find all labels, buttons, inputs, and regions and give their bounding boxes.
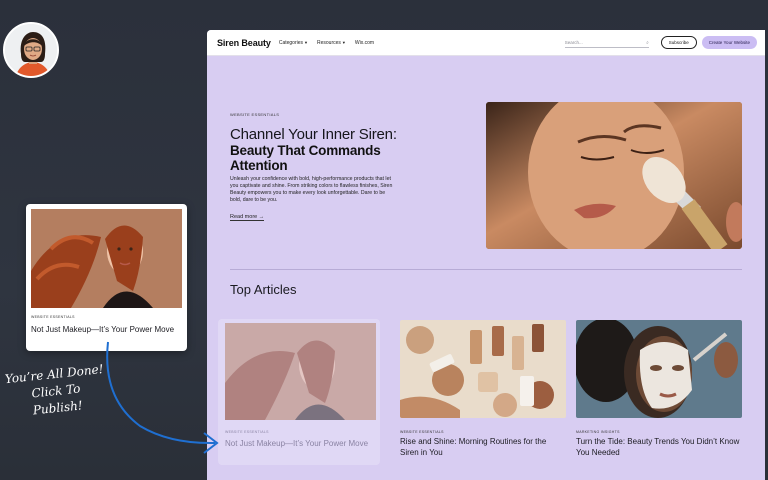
create-website-button[interactable]: Create Your Website [701, 36, 757, 49]
article-title[interactable]: Rise and Shine: Morning Routines for the… [400, 437, 566, 458]
hero-description: Unleash your confidence with bold, high-… [230, 176, 393, 203]
site-header: Siren Beauty Categories ▼ Resources ▼ Wi… [207, 30, 765, 56]
nav-categories-label: Categories [278, 39, 304, 46]
dragged-article-image [31, 209, 182, 308]
publish-annotation: You’re All Done! Click To Publish! [4, 361, 109, 422]
chevron-down-icon: ▼ [341, 40, 346, 45]
curved-arrow-icon [106, 341, 219, 454]
dragged-article-card[interactable]: WEBSITE ESSENTIALS Not Just Makeup—It’s … [26, 204, 187, 351]
top-articles-heading: Top Articles [230, 282, 297, 297]
article-title[interactable]: Turn the Tide: Beauty Trends You Didn’t … [576, 437, 742, 458]
article-image-cosmetics [400, 320, 566, 418]
ghost-article-title: Not Just Makeup—It’s Your Power Move [225, 439, 369, 448]
article-card[interactable]: MARKETING INSIGHTS Turn the Tide: Beauty… [576, 320, 742, 458]
hero-image [486, 102, 742, 249]
chevron-down-icon: ▼ [304, 40, 308, 45]
ghost-article-image [225, 323, 376, 420]
hero-title-line2: Beauty That Commands Attention [230, 143, 381, 173]
avatar [3, 22, 59, 78]
read-more-link[interactable]: Read more → [230, 214, 265, 221]
article-eyebrow: MARKETING INSIGHTS [576, 430, 620, 434]
search-icon: ⌕ [646, 39, 649, 45]
nav-resources[interactable]: Resources ▼ [317, 40, 346, 46]
article-card[interactable]: WEBSITE ESSENTIALS Rise and Shine: Morni… [400, 320, 566, 458]
article-eyebrow: WEBSITE ESSENTIALS [400, 430, 444, 434]
search-input[interactable]: Search... ⌕ [564, 37, 649, 48]
hero-title-line1: Channel Your Inner Siren: [230, 126, 397, 143]
subscribe-button[interactable]: Subscribe [660, 36, 697, 49]
avatar-portrait-icon [5, 24, 57, 76]
ghost-article-eyebrow: WEBSITE ESSENTIALS [225, 430, 269, 434]
nav-resources-label: Resources [316, 39, 341, 46]
article-image-face-mask [576, 320, 742, 418]
nav-categories[interactable]: Categories ▼ [279, 40, 308, 46]
nav-wix[interactable]: Wix.com [355, 40, 374, 46]
site-logo[interactable]: Siren Beauty [217, 38, 271, 48]
dragged-article-eyebrow: WEBSITE ESSENTIALS [31, 315, 75, 319]
hero-eyebrow: WEBSITE ESSENTIALS [230, 112, 280, 117]
dragged-article-title: Not Just Makeup—It’s Your Power Move [31, 325, 175, 334]
search-placeholder: Search... [564, 39, 583, 45]
section-divider [230, 269, 742, 270]
